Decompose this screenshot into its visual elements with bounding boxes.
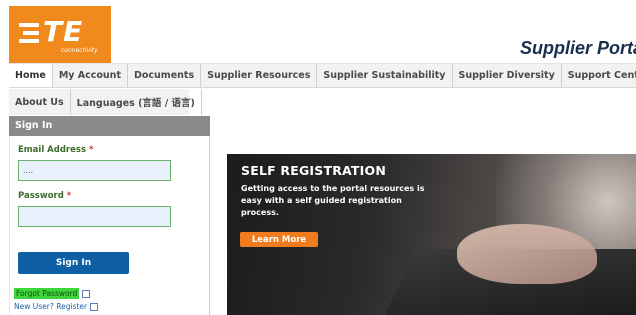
banner-text: Getting access to the portal resources i… xyxy=(241,184,425,217)
signin-panel: Email Address * Password * Sign In Forgo… xyxy=(9,136,210,315)
forgot-password-row: Forgot Password xyxy=(14,288,91,299)
logo-text: TE xyxy=(43,15,84,48)
banner-title: SELF REGISTRATION xyxy=(241,163,386,178)
nav-supplier-resources[interactable]: Supplier Resources xyxy=(201,64,318,87)
nav-my-account[interactable]: My Account xyxy=(53,64,128,87)
password-field[interactable] xyxy=(18,206,171,227)
password-label: Password * xyxy=(18,191,72,201)
nav-supplier-diversity[interactable]: Supplier Diversity xyxy=(453,64,562,87)
external-link-icon xyxy=(82,289,91,298)
nav-languages[interactable]: Languages (言語 / 语言) xyxy=(71,89,202,115)
primary-nav: Home My Account Documents Supplier Resou… xyxy=(9,63,636,88)
portal-title: Supplier Portal xyxy=(520,38,636,58)
nav-supplier-sustainability[interactable]: Supplier Sustainability xyxy=(317,64,453,87)
forgot-password-link[interactable]: Forgot Password xyxy=(14,288,80,299)
self-registration-banner: SELF REGISTRATION Getting access to the … xyxy=(227,154,636,315)
external-link-icon xyxy=(90,302,99,311)
learn-more-button[interactable]: Learn More xyxy=(240,232,318,247)
secondary-nav: About Us Languages (言語 / 语言) xyxy=(9,89,202,115)
register-link[interactable]: New User? Register xyxy=(14,302,87,311)
logo-mark-icon xyxy=(19,23,39,47)
nav-documents[interactable]: Documents xyxy=(128,64,202,87)
email-label: Email Address * xyxy=(18,145,94,155)
signin-heading: Sign In xyxy=(9,116,210,136)
nav-home[interactable]: Home xyxy=(9,64,53,87)
nav-about-us[interactable]: About Us xyxy=(9,89,71,115)
te-logo[interactable]: TE connectivity xyxy=(9,6,111,63)
logo-subtext: connectivity xyxy=(61,47,98,54)
register-row: New User? Register xyxy=(14,302,99,311)
nav-support-center[interactable]: Support Center xyxy=(562,64,636,87)
sign-in-button[interactable]: Sign In xyxy=(18,252,129,274)
email-field[interactable] xyxy=(18,160,171,181)
